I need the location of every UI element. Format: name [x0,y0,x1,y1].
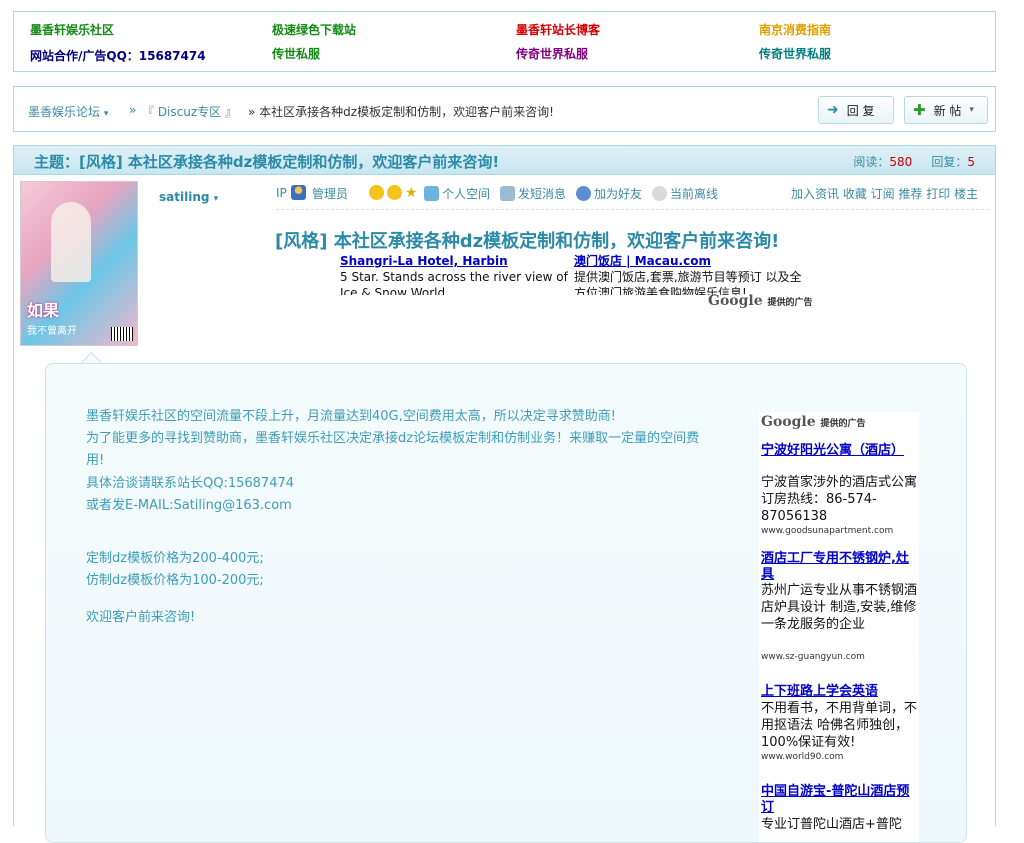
add-friend-label: 加为好友 [594,187,643,201]
author-name-label: satiling [159,190,210,204]
google-logo: Google [708,293,763,309]
post-body-line: 定制dz模板价格为200-400元; [86,551,264,566]
ads-by-google-label: 提供的广告 [820,419,866,429]
send-message-label: 发短消息 [518,187,567,201]
barcode-icon [111,327,133,341]
avatar[interactable]: 如果 我不曾离开 [20,181,138,346]
home-icon [424,186,439,201]
top-link-chuanqi-2[interactable]: 传奇世界私服 [759,45,831,62]
chevron-down-icon: ▾ [213,194,219,204]
google-logo: Google [761,414,816,430]
add-friend-link[interactable]: 加为好友 [576,185,642,202]
offline-user-icon [652,186,667,201]
google-ads-brand-top: Google 提供的广告 [708,293,813,309]
replies-count: 5 [967,155,975,169]
side-ad-body: 专业订普陀山酒店+普陀 [761,817,902,832]
post-subject: [风格] 本社区承接各种dz模板定制和仿制，欢迎客户前来咨询! [275,231,780,252]
side-ad-body: 不用看书，不用背单词，不用抠语法 哈佛名师独创，100%保证有效! [761,701,918,750]
side-ad-url[interactable]: www.sz-guangyun.com [761,652,865,662]
top-ad-2-body: 提供澳门饭店,套票,旅游节目等预订 以及全方位澳门旅游美食购物娱乐信息! [574,270,802,295]
breadcrumb-forum-label: 墨香娱乐论坛 [28,105,101,119]
breadcrumb-current: » 本社区承接各种dz模板定制和仿制，欢迎客户前来咨询! [248,105,554,119]
send-message-link[interactable]: 发短消息 [500,185,566,202]
post-divider [276,209,989,210]
reply-button[interactable]: ➜ 回 复 [818,96,894,124]
smiley-icon [369,185,384,200]
chevron-down-icon: ▾ [103,109,109,119]
breadcrumb-section[interactable]: 『 Discuz专区 』 [142,103,237,120]
smiley-icon-2 [387,185,402,200]
post: 如果 我不曾离开 satiling ▾ IP 管理员 ★ 个人空间 发短消息 加… [13,175,996,843]
reply-arrow-icon: ➜ [827,102,839,118]
top-link-download-site[interactable]: 极速绿色下载站 [272,21,356,38]
thread-header: 主题：[风格] 本社区承接各种dz模板定制和仿制，欢迎客户前来咨询! 阅读：58… [13,145,996,175]
replies-label: 回复： [931,155,968,169]
online-status: 当前离线 [652,185,718,202]
avatar-figure [51,202,91,282]
side-ad-title[interactable]: 酒店工厂专用不锈钢炉,灶具 [761,551,917,583]
side-ad-body: 苏州广运专业从事不锈钢酒店炉具设计 制造,安装,维修一条龙服务的企业 [761,583,918,632]
ip-link[interactable]: IP [276,185,309,200]
top-ad-1-title[interactable]: Shangri-La Hotel, Harbin [340,253,568,269]
top-ad-1[interactable]: Shangri-La Hotel, Harbin 5 Star. Stands … [340,253,568,295]
top-link-ad-contact[interactable]: 网站合作/广告QQ：15687474 [30,47,206,64]
top-link-moxiang-community[interactable]: 墨香轩娱乐社区 [30,21,114,38]
post-body-line: 仿制dz模板价格为100-200元; [86,573,264,588]
role-label: 管理员 [312,187,349,201]
add-friend-icon [576,186,591,201]
post-message: 墨香轩娱乐社区的空间流量不段上升，月流量达到40G,空间费用太高，所以决定寻求赞… [45,363,967,843]
avatar-text: 如果 [27,301,60,320]
side-ad-title[interactable]: 上下班路上学会英语 [761,684,917,700]
message-icon [500,186,515,201]
thread-stats: 阅读：580 回复：5 [853,153,975,170]
top-link-chuanshi[interactable]: 传世私服 [272,45,320,62]
top-ad-1-body: 5 Star. Stands across the river view of … [340,270,568,295]
google-ads-brand-side: Google 提供的广告 [761,414,866,430]
personal-space-label: 个人空间 [442,187,491,201]
post-body-line: 欢迎客户前来咨询! [86,610,196,625]
rank-icons: ★ [369,185,418,201]
post-body-line: 为了能更多的寻找到赞助商，墨香轩娱乐社区决定承接dz论坛模板定制和仿制业务！来赚… [86,431,700,446]
ads-by-google-label: 提供的广告 [767,298,813,308]
top-ad-2[interactable]: 澳门饭店 | Macau.com 提供澳门饭店,套票,旅游节目等预订 以及全方位… [574,253,806,295]
top-link-nanjing-guide[interactable]: 南京消费指南 [759,21,831,38]
views-label: 阅读： [853,155,890,169]
user-icon [290,185,306,200]
top-link-webmaster-blog[interactable]: 墨香轩站长博客 [516,21,600,38]
star-icon: ★ [405,185,418,201]
reply-button-label: 回 复 [846,103,875,118]
avatar-subtext: 我不曾离开 [27,326,77,337]
side-ad-url[interactable]: www.goodsunapartment.com [761,526,893,536]
breadcrumb: 墨香娱乐论坛 ▾ » 『 Discuz专区 』 » 本社区承接各种dz模板定制和… [13,86,996,132]
post-body-line: 用! [86,453,105,468]
breadcrumb-separator: » [129,103,137,117]
thread-title: 主题：[风格] 本社区承接各种dz模板定制和仿制，欢迎客户前来咨询! [34,153,500,171]
views-count: 580 [889,155,913,169]
breadcrumb-forum[interactable]: 墨香娱乐论坛 ▾ [28,103,108,120]
ip-label: IP [276,186,287,200]
top-links-box: 墨香轩娱乐社区 极速绿色下载站 墨香轩站长博客 南京消费指南 网站合作/广告QQ… [13,11,996,72]
side-ad-body: 宁波首家涉外的酒店式公寓 订房热线：86-574-87056138 [761,475,918,524]
side-ads: Google 提供的广告 宁波好阳光公寓（酒店） 宁波首家涉外的酒店式公寓 订房… [759,412,919,842]
post-body-line: 墨香轩娱乐社区的空间流量不段上升，月流量达到40G,空间费用太高，所以决定寻求赞… [86,409,616,424]
chevron-down-icon: ▾ [969,105,974,115]
post-actions[interactable]: 加入资讯 收藏 订阅 推荐 打印 楼主 [791,185,978,202]
post-body-line: 或者发E-MAIL:Satiling@163.com [86,498,292,513]
author-name[interactable]: satiling ▾ [159,190,218,204]
post-body-line: 具体洽谈请联系站长QQ:15687474 [86,476,295,491]
side-ad-title[interactable]: 中国自游宝-普陀山酒店预订 [761,784,917,816]
new-post-button-label: 新 帖 [933,103,962,118]
online-status-label: 当前离线 [670,187,719,201]
top-ad-2-title[interactable]: 澳门饭店 | Macau.com [574,253,806,269]
side-ad-url[interactable]: www.world90.com [761,752,843,762]
new-post-button[interactable]: ✚ 新 帖 ▾ [904,96,988,124]
side-ad-title[interactable]: 宁波好阳光公寓（酒店） [761,443,917,459]
personal-space-link[interactable]: 个人空间 [424,185,490,202]
top-link-chuanqi-1[interactable]: 传奇世界私服 [516,45,588,62]
plus-icon: ✚ [913,101,926,119]
